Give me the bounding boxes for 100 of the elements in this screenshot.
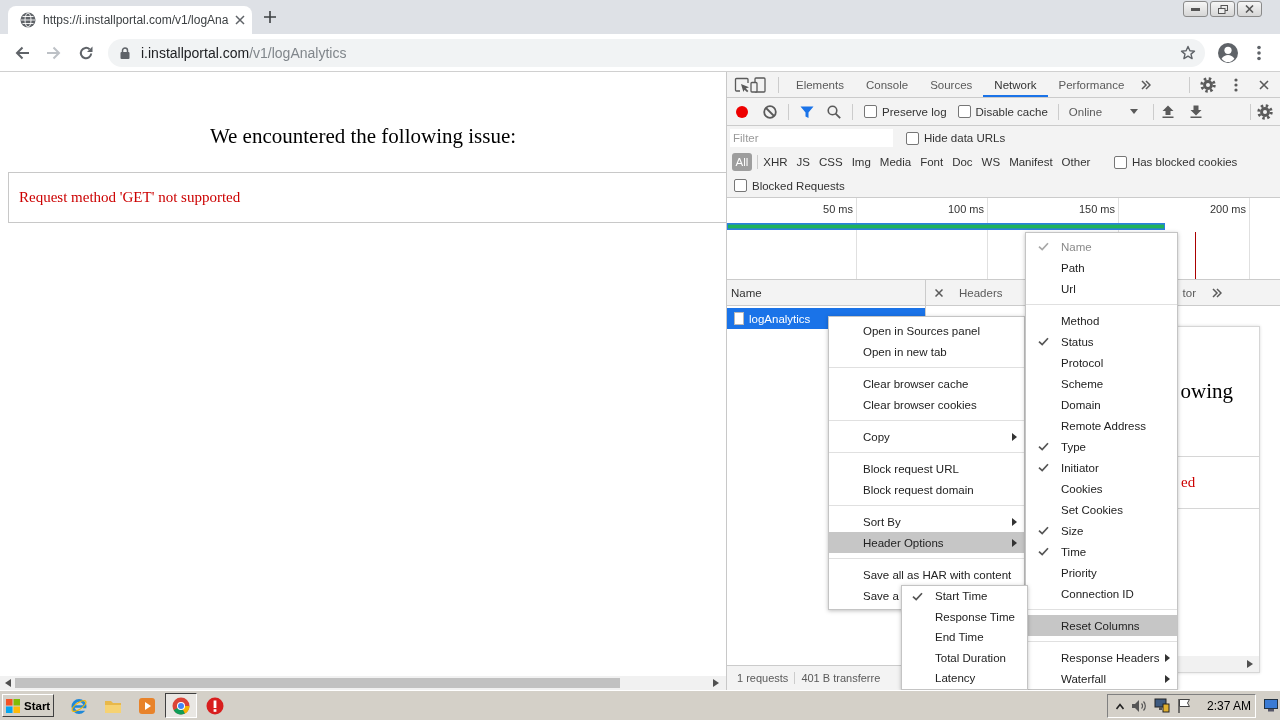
menu-item[interactable]: Latency <box>902 668 1027 689</box>
checkbox[interactable] <box>906 131 919 145</box>
type-filter-button[interactable]: WS <box>978 153 1004 171</box>
menu-item[interactable]: Size <box>1026 520 1177 541</box>
type-filter-button[interactable]: Manifest <box>1005 153 1057 171</box>
menu-item[interactable]: Waterfall <box>1026 668 1177 689</box>
checkbox[interactable] <box>1113 155 1127 169</box>
type-filter-button[interactable]: Media <box>876 153 915 171</box>
download-icon[interactable] <box>1189 105 1202 118</box>
menu-item[interactable]: Method <box>1026 310 1177 331</box>
inspect-icon[interactable] <box>734 76 750 93</box>
checkbox[interactable] <box>734 179 747 192</box>
type-filter-button[interactable]: Font <box>916 153 947 171</box>
clock[interactable]: 2:37 AM <box>1206 698 1251 713</box>
menu-item[interactable]: Scheme <box>1026 373 1177 394</box>
type-filter-button[interactable]: Other <box>1058 153 1094 171</box>
phone-tablet-icon[interactable] <box>750 76 766 93</box>
restore-button[interactable] <box>1210 1 1235 17</box>
devtools-tab[interactable]: Sources <box>919 72 984 97</box>
more-tabs-icon[interactable] <box>1212 287 1222 298</box>
menu-item[interactable]: Connection ID <box>1026 583 1177 604</box>
horizontal-scrollbar[interactable] <box>0 676 726 690</box>
minimize-button[interactable] <box>1183 1 1208 17</box>
menu-item[interactable]: Type <box>1026 436 1177 457</box>
menu-item[interactable]: Response Time <box>902 606 1027 627</box>
star-icon[interactable] <box>1180 44 1196 61</box>
type-filter-button[interactable]: Img <box>848 153 875 171</box>
type-filter-button[interactable]: XHR <box>759 153 792 171</box>
menu-item[interactable]: Url <box>1026 278 1177 299</box>
address-bar[interactable]: i.installportal.com/v1/logAnalytics <box>108 38 1205 67</box>
menu-item[interactable]: Block request URL <box>829 458 1024 479</box>
detail-tab[interactable]: Headers <box>949 280 1013 305</box>
more-tabs-icon[interactable] <box>1141 79 1152 90</box>
menu-item[interactable]: Open in Sources panel <box>829 320 1024 341</box>
menu-item[interactable]: Path <box>1026 257 1177 278</box>
scroll-left-icon[interactable] <box>5 679 11 687</box>
menu-item[interactable]: End Time <box>902 627 1027 648</box>
menu-item[interactable]: Copy <box>829 426 1024 447</box>
devtools-tab[interactable]: Elements <box>785 72 855 97</box>
filter-field[interactable]: Filter <box>730 129 893 147</box>
menu-item[interactable]: Start Time <box>902 586 1027 607</box>
search-icon[interactable] <box>827 104 841 119</box>
menu-item[interactable]: Priority <box>1026 562 1177 583</box>
taskbar-app-button[interactable] <box>165 693 197 718</box>
scrollbar-thumb[interactable] <box>15 678 620 688</box>
detail-tab[interactable]: tor <box>1180 280 1198 305</box>
checkbox[interactable] <box>957 105 971 118</box>
scroll-right-icon[interactable] <box>1247 660 1253 668</box>
plus-icon[interactable] <box>263 10 277 24</box>
flag-icon[interactable] <box>1176 698 1191 713</box>
avatar-icon[interactable] <box>1217 41 1239 64</box>
menu-item[interactable]: Status <box>1026 331 1177 352</box>
devtools-tab[interactable]: Console <box>854 72 920 97</box>
close-icon[interactable] <box>935 288 943 297</box>
type-filter-button[interactable]: JS <box>793 153 814 171</box>
menu-item[interactable]: Cookies <box>1026 478 1177 499</box>
chevron-up-icon[interactable] <box>1115 701 1124 710</box>
type-filter-button[interactable]: Doc <box>948 153 977 171</box>
error-message: Request method 'GET' not supported <box>19 189 241 206</box>
more-menu-icon[interactable] <box>1234 77 1238 92</box>
scroll-right-icon[interactable] <box>713 679 719 687</box>
settings-icon[interactable] <box>1257 103 1273 120</box>
close-icon[interactable] <box>1259 79 1269 90</box>
menu-item[interactable]: Header Options <box>829 532 1024 553</box>
speaker-icon[interactable] <box>1130 698 1147 713</box>
close-icon[interactable] <box>235 15 246 25</box>
menu-item[interactable]: Initiator <box>1026 457 1177 478</box>
menu-item[interactable]: Response Headers <box>1026 647 1177 668</box>
menu-item[interactable]: Open in new tab <box>829 341 1024 362</box>
play-icon <box>138 696 156 715</box>
upload-icon[interactable] <box>1161 105 1174 118</box>
menu-item[interactable]: Sort By <box>829 511 1024 532</box>
menu-item[interactable]: Domain <box>1026 394 1177 415</box>
menu-item[interactable]: Reset Columns <box>1026 615 1177 636</box>
menu-item[interactable]: Clear browser cache <box>829 373 1024 394</box>
menu-item[interactable]: Protocol <box>1026 352 1177 373</box>
devtools-tab[interactable]: Performance <box>1047 72 1136 97</box>
name-column-header[interactable]: Name <box>727 280 925 306</box>
browser-tab[interactable]: https://i.installportal.com/v1/logAna <box>8 6 252 34</box>
menu-item[interactable]: Save all as HAR with content <box>829 564 1024 585</box>
menu-item[interactable]: Remote Address <box>1026 415 1177 436</box>
record-button[interactable] <box>736 105 748 118</box>
load-event-line <box>1195 232 1196 279</box>
menu-item[interactable]: Clear browser cookies <box>829 394 1024 415</box>
show-desktop-icon[interactable] <box>1264 699 1278 712</box>
throttling-dropdown[interactable]: Online <box>1068 105 1141 118</box>
clear-icon[interactable] <box>763 104 777 119</box>
settings-icon[interactable] <box>1200 76 1216 93</box>
filter-icon[interactable] <box>800 104 814 119</box>
network-icon[interactable] <box>1153 698 1170 713</box>
request-name[interactable]: logAnalytics <box>749 312 811 325</box>
start-button[interactable]: Start <box>2 694 54 717</box>
checkbox[interactable] <box>864 105 877 118</box>
menu-item[interactable]: Time <box>1026 541 1177 562</box>
type-filter-button[interactable]: CSS <box>815 153 847 171</box>
more-menu-icon[interactable] <box>1257 44 1261 61</box>
close-button[interactable] <box>1237 1 1262 17</box>
menu-item[interactable]: Set Cookies <box>1026 499 1177 520</box>
menu-item[interactable]: Block request domain <box>829 479 1024 500</box>
menu-item[interactable]: Total Duration <box>902 647 1027 668</box>
